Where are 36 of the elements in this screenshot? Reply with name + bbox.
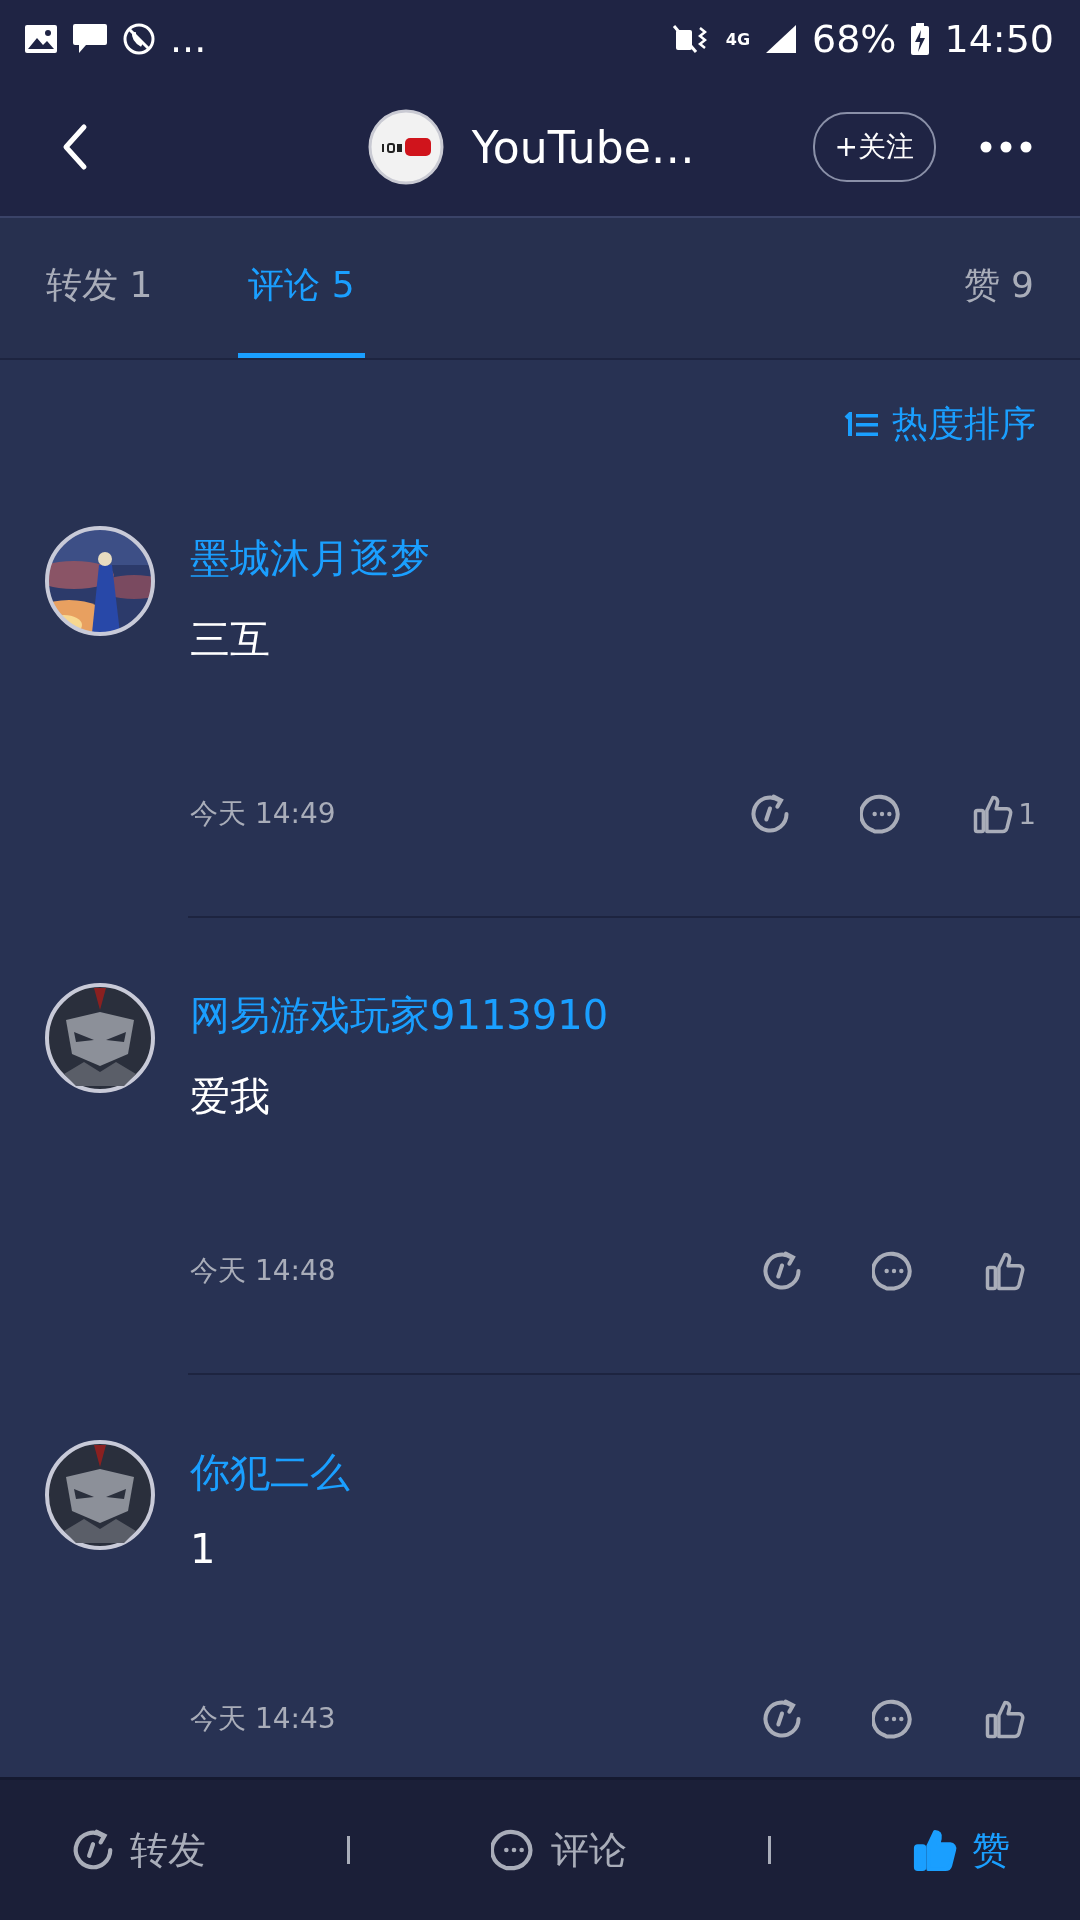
channel-logo-icon <box>367 109 444 185</box>
username[interactable]: 你犯二么 <box>190 1439 1036 1500</box>
like-button[interactable]: 1 <box>972 793 1036 835</box>
comment-button[interactable]: 评论 <box>491 1824 627 1876</box>
comment-text: 三互 <box>190 615 271 664</box>
battery-percent-text: 68% <box>812 17 897 61</box>
comment-time: 今天 14:48 <box>190 1253 336 1289</box>
tab[interactable]: 赞 9 <box>959 218 1038 358</box>
avatar-icon <box>44 982 156 1094</box>
more-notifications-text: ... <box>170 17 207 61</box>
network-type-text: 4G <box>725 29 750 49</box>
username[interactable]: 网易游戏玩家9113910 <box>190 982 1036 1043</box>
image-icon <box>24 24 58 54</box>
comment-time: 今天 14:49 <box>190 796 336 832</box>
thumbs-up-icon <box>972 793 1015 835</box>
follow-button[interactable]: +关注 <box>812 112 936 182</box>
more-icon[interactable] <box>980 140 1032 154</box>
comment-time: 今天 14:43 <box>190 1701 336 1737</box>
sort-button[interactable]: 热度排序 <box>844 400 1036 449</box>
thumbs-up-icon <box>911 1827 958 1873</box>
sort-icon <box>844 411 880 438</box>
thumbs-up-icon <box>984 1250 1026 1292</box>
like-button[interactable]: 赞 <box>911 1824 1010 1876</box>
comment-text: 爱我 <box>190 1072 271 1121</box>
battery-charging-icon <box>910 22 931 56</box>
tab[interactable]: 评论 5 <box>238 218 365 358</box>
avatar-icon <box>44 1439 156 1551</box>
comment-text: 1 <box>190 1526 217 1572</box>
blocked-call-icon <box>122 22 156 56</box>
thumbs-up-icon <box>984 1698 1026 1740</box>
signal-icon <box>764 23 798 55</box>
repost-button[interactable]: 转发 <box>70 1824 207 1876</box>
username[interactable]: 墨城沐月逐梦 <box>190 525 1036 586</box>
clock-text: 14:50 <box>944 17 1054 61</box>
tab[interactable]: 转发 1 <box>42 218 157 358</box>
channel-title: YouTube… <box>471 121 695 173</box>
